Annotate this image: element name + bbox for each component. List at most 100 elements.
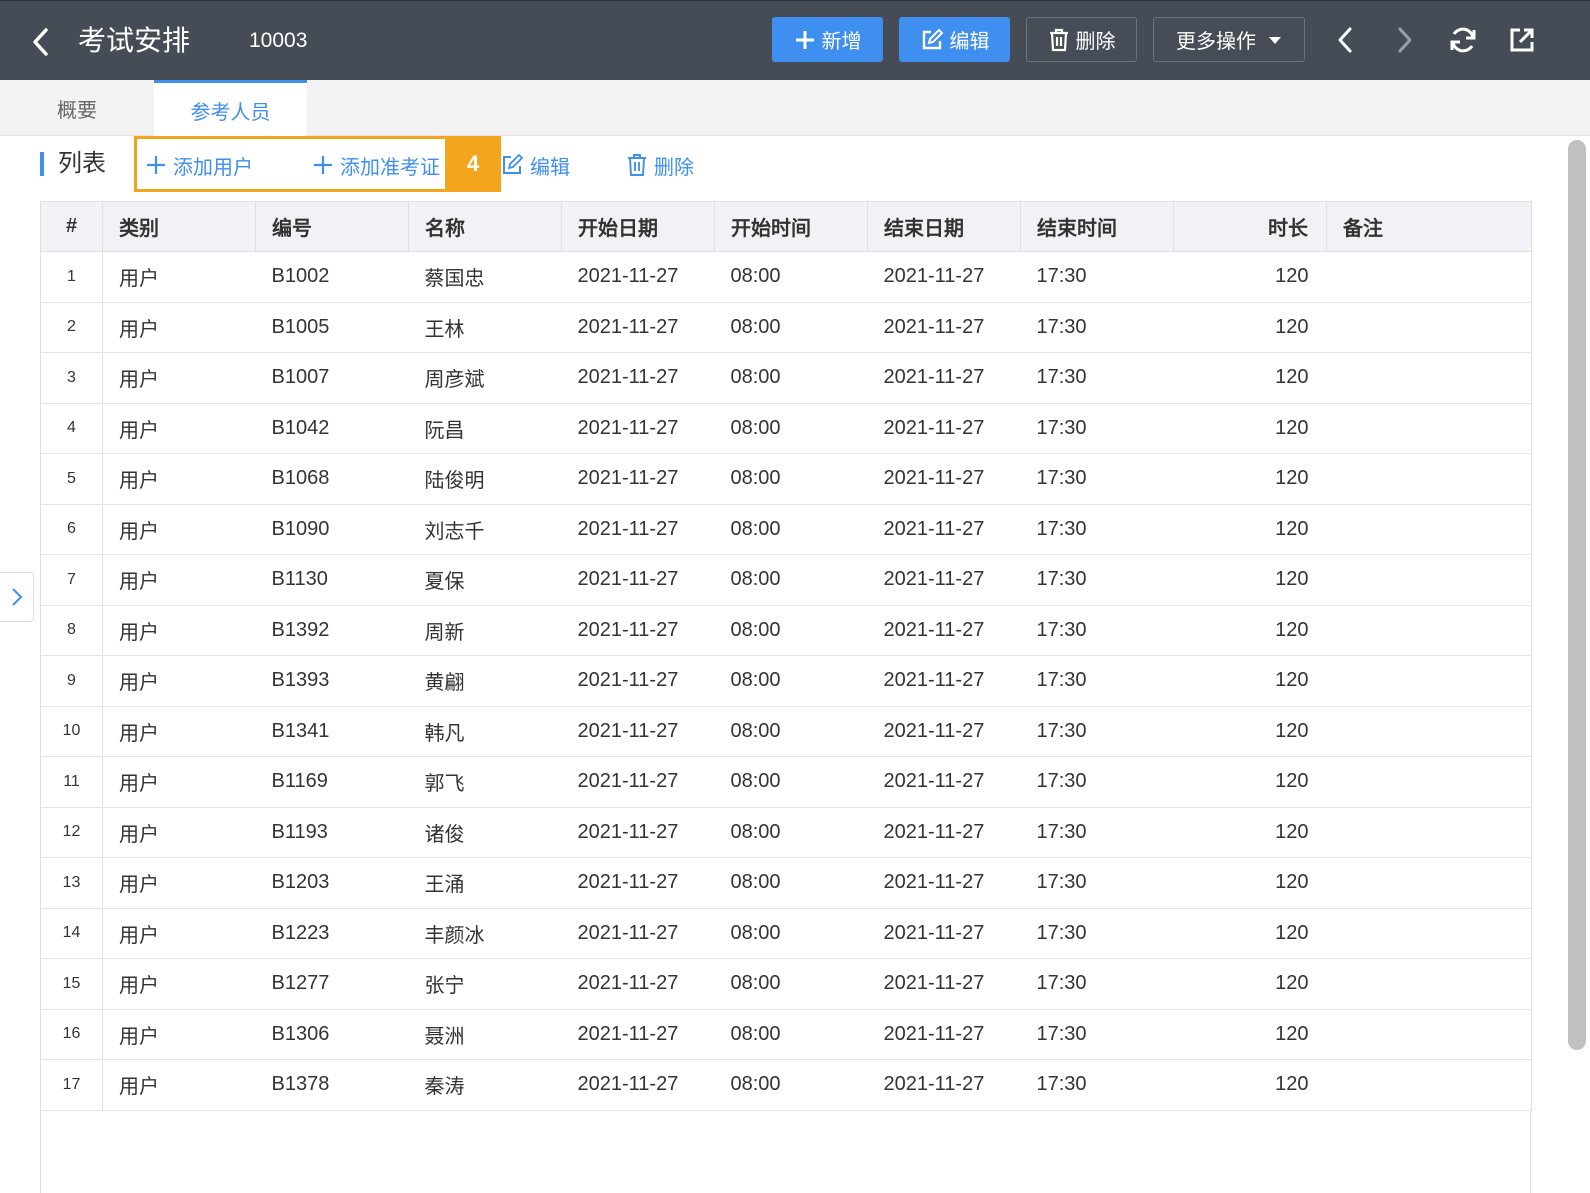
- cell-row-number: 14: [40, 908, 103, 959]
- cell-row-number: 8: [40, 605, 103, 656]
- add-user-button[interactable]: 添加用户: [145, 148, 253, 182]
- cell-start-date: 2021-11-27: [561, 605, 715, 656]
- cell-code: B1393: [255, 655, 409, 707]
- edit-icon: [922, 28, 943, 49]
- cell-name: 夏保: [408, 554, 562, 606]
- table-row[interactable]: 17 用户 B1378 秦涛 2021-11-27 08:00 2021-11-27 17:3…: [40, 1059, 1532, 1111]
- vertical-scrollbar[interactable]: [1568, 140, 1586, 1050]
- add-admission-ticket-button[interactable]: 添加准考证: [312, 148, 440, 182]
- cell-end-date: 2021-11-27: [867, 958, 1021, 1010]
- table-row[interactable]: 16 用户 B1306 聂洲 2021-11-27 08:00 2021-11-27 17:3…: [40, 1009, 1532, 1060]
- tab-bar: 概要 参考人员: [0, 80, 1590, 137]
- column-header-end-date[interactable]: 结束日期: [867, 201, 1021, 252]
- add-button[interactable]: 新增: [772, 17, 883, 62]
- column-header-category[interactable]: 类别: [102, 201, 256, 252]
- table-row[interactable]: 7 用户 B1130 夏保 2021-11-27 08:00 2021-11-27 17:30…: [40, 554, 1532, 606]
- side-panel-toggle[interactable]: [0, 572, 34, 622]
- tab-participants[interactable]: 参考人员: [154, 80, 307, 137]
- cell-duration: 120: [1173, 302, 1327, 353]
- table-row[interactable]: 8 用户 B1392 周新 2021-11-27 08:00 2021-11-27 17:30…: [40, 605, 1532, 656]
- cell-category: 用户: [102, 251, 256, 303]
- cell-end-time: 17:30: [1020, 807, 1174, 858]
- cell-start-date: 2021-11-27: [561, 958, 715, 1010]
- column-header-name[interactable]: 名称: [408, 201, 562, 252]
- cell-name: 诸俊: [408, 807, 562, 858]
- cell-name: 阮昌: [408, 403, 562, 454]
- cell-end-time: 17:30: [1020, 554, 1174, 606]
- column-header-end-time[interactable]: 结束时间: [1020, 201, 1174, 252]
- cell-row-number: 10: [40, 706, 103, 757]
- cell-start-date: 2021-11-27: [561, 908, 715, 959]
- more-actions-dropdown[interactable]: 更多操作: [1153, 17, 1305, 62]
- cell-duration: 120: [1173, 352, 1327, 404]
- add-user-label: 添加用户: [173, 156, 253, 179]
- cell-code: B1193: [255, 807, 409, 858]
- cell-code: B1306: [255, 1009, 409, 1060]
- column-header-start-date[interactable]: 开始日期: [561, 201, 715, 252]
- cell-duration: 120: [1173, 1059, 1327, 1111]
- open-external-button[interactable]: [1505, 23, 1539, 57]
- cell-start-time: 08:00: [714, 756, 868, 808]
- cell-duration: 120: [1173, 655, 1327, 707]
- cell-start-date: 2021-11-27: [561, 504, 715, 555]
- more-actions-label: 更多操作: [1176, 31, 1256, 53]
- cell-name: 周新: [408, 605, 562, 656]
- step-badge: 4: [445, 136, 501, 192]
- table-body: 1 用户 B1002 蔡国忠 2021-11-27 08:00 2021-11-27 17:3…: [40, 251, 1532, 1111]
- cell-end-time: 17:30: [1020, 857, 1174, 909]
- table-row[interactable]: 13 用户 B1203 王涌 2021-11-27 08:00 2021-11-27 17:3…: [40, 857, 1532, 909]
- cell-end-date: 2021-11-27: [867, 352, 1021, 404]
- cell-start-date: 2021-11-27: [561, 706, 715, 757]
- previous-record-button[interactable]: [1328, 23, 1362, 57]
- refresh-button[interactable]: [1446, 23, 1480, 57]
- back-button[interactable]: [26, 25, 56, 59]
- cell-duration: 120: [1173, 807, 1327, 858]
- trash-icon: [628, 154, 646, 176]
- next-record-button[interactable]: [1388, 23, 1422, 57]
- table-row[interactable]: 5 用户 B1068 陆俊明 2021-11-27 08:00 2021-11-27 17:3…: [40, 453, 1532, 505]
- cell-end-time: 17:30: [1020, 504, 1174, 555]
- cell-end-date: 2021-11-27: [867, 857, 1021, 909]
- cell-end-time: 17:30: [1020, 605, 1174, 656]
- trash-icon: [1049, 28, 1068, 51]
- cell-remark: [1326, 302, 1532, 353]
- table-row[interactable]: 12 用户 B1193 诸俊 2021-11-27 08:00 2021-11-27 17:3…: [40, 807, 1532, 858]
- column-header-start-time[interactable]: 开始时间: [714, 201, 868, 252]
- column-header-duration[interactable]: 时长: [1173, 201, 1327, 252]
- cell-code: B1002: [255, 251, 409, 303]
- table-row[interactable]: 2 用户 B1005 王林 2021-11-27 08:00 2021-11-27 17:30…: [40, 302, 1532, 353]
- cell-remark: [1326, 453, 1532, 505]
- column-header-remark[interactable]: 备注: [1326, 201, 1532, 252]
- cell-duration: 120: [1173, 453, 1327, 505]
- table-row[interactable]: 9 用户 B1393 黄翩 2021-11-27 08:00 2021-11-27 17:30…: [40, 655, 1532, 707]
- table-row[interactable]: 6 用户 B1090 刘志千 2021-11-27 08:00 2021-11-27 17:3…: [40, 504, 1532, 555]
- table-row[interactable]: 11 用户 B1169 郭飞 2021-11-27 08:00 2021-11-27 17:3…: [40, 756, 1532, 808]
- table-row[interactable]: 14 用户 B1223 丰颜冰 2021-11-27 08:00 2021-11-27 17:…: [40, 908, 1532, 959]
- cell-end-date: 2021-11-27: [867, 554, 1021, 606]
- cell-start-time: 08:00: [714, 251, 868, 303]
- cell-start-time: 08:00: [714, 908, 868, 959]
- table-row[interactable]: 10 用户 B1341 韩凡 2021-11-27 08:00 2021-11-27 17:3…: [40, 706, 1532, 757]
- edit-list-button[interactable]: 编辑: [500, 148, 570, 182]
- cell-code: B1130: [255, 554, 409, 606]
- table-row[interactable]: 3 用户 B1007 周彦斌 2021-11-27 08:00 2021-11-27 17:3…: [40, 352, 1532, 404]
- cell-row-number: 4: [40, 403, 103, 454]
- delete-list-button[interactable]: 删除: [626, 148, 694, 182]
- cell-name: 陆俊明: [408, 453, 562, 505]
- column-header-row-number[interactable]: #: [40, 201, 103, 252]
- table-row[interactable]: 4 用户 B1042 阮昌 2021-11-27 08:00 2021-11-27 17:30…: [40, 403, 1532, 454]
- cell-start-date: 2021-11-27: [561, 807, 715, 858]
- edit-button[interactable]: 编辑: [899, 17, 1010, 62]
- tab-overview[interactable]: 概要: [0, 80, 154, 137]
- column-header-code[interactable]: 编号: [255, 201, 409, 252]
- cell-code: B1223: [255, 908, 409, 959]
- table-row[interactable]: 15 用户 B1277 张宁 2021-11-27 08:00 2021-11-27 17:3…: [40, 958, 1532, 1010]
- cell-start-time: 08:00: [714, 706, 868, 757]
- table-row[interactable]: 1 用户 B1002 蔡国忠 2021-11-27 08:00 2021-11-27 17:3…: [40, 251, 1532, 303]
- delete-button-label: 删除: [1075, 31, 1116, 53]
- delete-button[interactable]: 删除: [1026, 17, 1137, 62]
- cell-remark: [1326, 807, 1532, 858]
- cell-category: 用户: [102, 453, 256, 505]
- cell-end-date: 2021-11-27: [867, 605, 1021, 656]
- cell-end-date: 2021-11-27: [867, 1059, 1021, 1111]
